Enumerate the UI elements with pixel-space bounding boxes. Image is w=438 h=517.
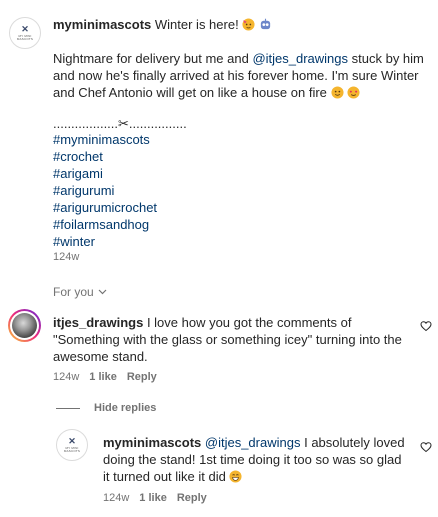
comment-sort-dropdown[interactable]: For you [53,285,107,299]
comment-timestamp[interactable]: 124w [53,371,79,383]
post-author-avatar[interactable]: ✕ MY MINI MASCOTS [9,17,41,49]
comment-likes[interactable]: 1 like [89,371,117,383]
hashtag-link[interactable]: #arigami [53,165,157,182]
comment-text: itjes_drawings I love how you got the co… [53,314,418,365]
hashtag-link[interactable]: #winter [53,233,157,250]
comment-body: I love how you got the comments of [146,315,352,330]
brand-logo: ✕ MY MINI MASCOTS [16,24,34,41]
chevron-down-icon [98,289,107,295]
comment-username[interactable]: itjes_drawings [53,315,143,330]
brand-logo: ✕ MY MINI MASCOTS [63,436,81,453]
robot-emoji-icon [260,18,271,30]
reply-likes[interactable]: 1 like [139,492,167,504]
caption-text: Nightmare for delivery but me and [53,51,249,66]
heart-icon[interactable] [420,441,432,453]
reply-body: doing the stand! 1st time doing it too s… [103,452,402,467]
mention-link[interactable]: @itjes_drawings [205,435,301,450]
hashtag-link[interactable]: #crochet [53,148,157,165]
mention-link[interactable]: @itjes_drawings [252,51,348,66]
caption-text: stuck by him [351,51,424,66]
divider-line [56,407,80,409]
caption-first-line: Winter is here! [154,17,239,32]
hide-replies-toggle[interactable]: Hide replies [56,402,156,414]
hashtag-link[interactable]: #arigurumicrochet [53,199,157,216]
comment-body: "Something with the glass or something i… [53,332,402,347]
post-author-username[interactable]: myminimascots [53,17,151,32]
reply-body: I absolutely loved [304,435,405,450]
caption-divider: ..................✂................ [53,116,187,131]
hashtag-link[interactable]: #foilarmsandhog [53,216,157,233]
reply-author-avatar[interactable]: ✕ MY MINI MASCOTS [56,429,88,461]
smiling-face-emoji-icon [330,86,344,99]
post-timestamp[interactable]: 124w [53,251,79,263]
heart-face-emoji-icon [347,86,360,99]
hashtag-list: #myminimascots #crochet #arigami #arigur… [53,131,157,250]
caption-text: and Chef Antonio will get on like a hous… [53,85,327,100]
hashtag-link[interactable]: #myminimascots [53,131,157,148]
comment-body: awesome stand. [53,349,148,364]
party-face-emoji-icon [242,18,255,31]
reply-button[interactable]: Reply [127,371,157,383]
caption-body: Nightmare for delivery but me and @itjes… [53,50,428,101]
hashtag-link[interactable]: #arigurumi [53,182,157,199]
grinning-face-emoji-icon [229,470,243,483]
comment-meta: 124w 1 like Reply [53,371,157,383]
reply-body: it turned out like it did [103,469,226,484]
reply-text: myminimascots @itjes_drawings I absolute… [103,434,421,485]
hide-replies-label: Hide replies [94,402,157,414]
reply-timestamp[interactable]: 124w [103,492,129,504]
heart-icon[interactable] [420,320,432,332]
reply-username[interactable]: myminimascots [103,435,201,450]
reply-meta: 124w 1 like Reply [103,492,207,504]
profile-photo [12,313,37,338]
reply-button[interactable]: Reply [177,492,207,504]
caption-text: and now he's finally arrived at his fore… [53,68,419,83]
post-caption: myminimascots Winter is here! [53,16,423,33]
sort-label: For you [53,285,94,299]
commenter-avatar[interactable] [8,309,41,342]
